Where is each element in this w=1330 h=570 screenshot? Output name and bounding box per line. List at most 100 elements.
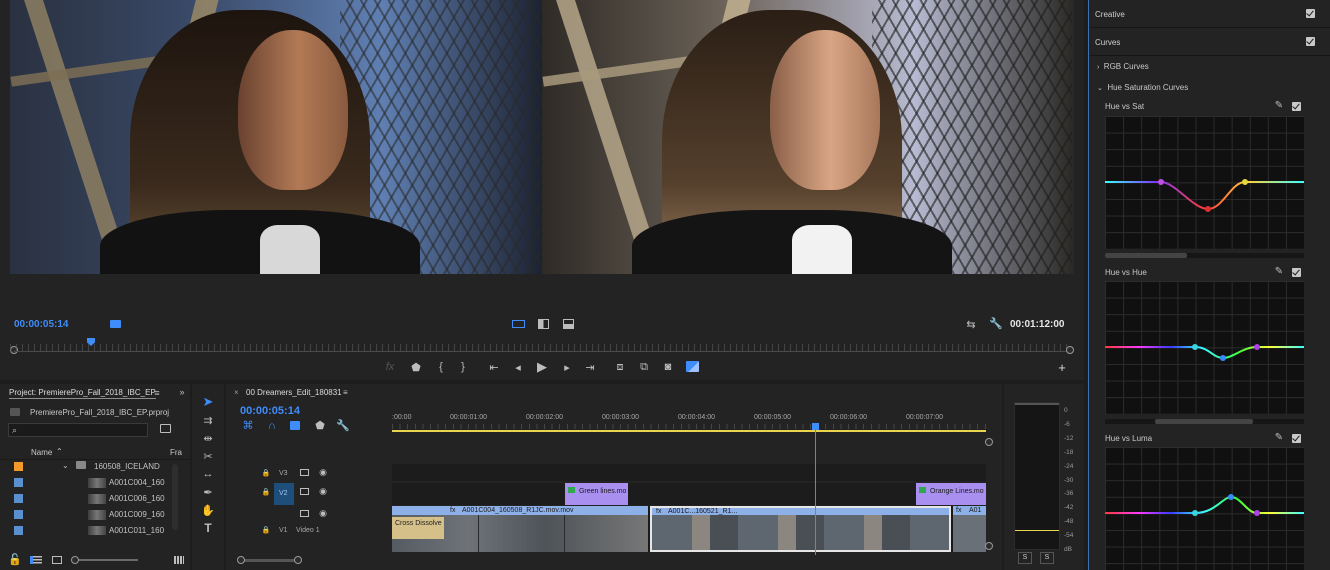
horizontal-split-icon[interactable] [563,319,574,329]
sequence-tab[interactable]: 00 Dreamers_Edit_180831 [246,388,342,397]
swap-icon[interactable]: ⇆ [964,318,978,331]
hue-vs-hue-graph[interactable] [1105,281,1304,414]
sync-lock-icon[interactable] [300,488,309,495]
curves-section[interactable]: Curves [1089,30,1330,56]
curves-checkbox[interactable] [1306,37,1315,46]
solo-button-left[interactable]: S [1018,552,1032,564]
label-color-swatch[interactable] [14,510,23,519]
ripple-edit-tool-icon[interactable]: ⇹ [198,430,218,446]
razor-tool-icon[interactable]: ✂ [198,448,218,464]
selection-tool-icon[interactable]: ➤ [198,394,218,410]
eyedropper-icon[interactable]: ✎ [1273,432,1285,443]
sequence-timecode[interactable]: 00:00:05:14 [240,405,300,417]
lock-icon[interactable]: 🔒 [262,468,271,477]
play-icon[interactable]: ▶ [535,359,549,374]
timeline-ruler[interactable] [392,424,986,429]
clip-green-lines[interactable]: Green lines.mo [565,483,628,505]
eye-icon[interactable]: ◉ [318,467,328,477]
clip-orange-lines[interactable]: Orange Lines.mo [916,483,986,505]
label-color-swatch[interactable] [14,526,23,535]
eyedropper-icon[interactable]: ✎ [1273,100,1285,111]
label-color-swatch[interactable] [14,478,23,487]
zoom-handle-right[interactable] [1066,346,1074,354]
list-view-icon[interactable] [30,556,42,564]
compare-icon[interactable] [686,361,699,372]
lock-icon[interactable]: 🔒 [262,525,271,534]
label-color-swatch[interactable] [14,462,23,471]
track-v2[interactable] [392,483,986,505]
hue-vs-sat-scrollbar[interactable] [1105,253,1304,258]
compare-view-icon[interactable] [512,320,525,328]
sync-lock-icon[interactable] [300,510,309,517]
timeline-settings-icon[interactable]: 🔧 [336,420,350,432]
add-button-icon[interactable]: + [1056,360,1068,375]
hue-vs-sat-checkbox[interactable] [1292,102,1301,111]
icon-view-icon[interactable] [52,556,62,564]
hue-saturation-toggle[interactable]: ⌄ Hue Saturation Curves [1097,83,1188,92]
list-item[interactable]: A001C009_160 [0,507,190,523]
split-view-icon[interactable] [538,319,549,329]
menu-icon[interactable]: ≡ [152,388,162,398]
hue-vs-luma-checkbox[interactable] [1292,434,1301,443]
creative-checkbox[interactable] [1306,9,1315,18]
zoom-slider[interactable] [74,559,138,561]
rgb-curves-toggle[interactable]: › RGB Curves [1097,62,1149,71]
fx-icon[interactable]: fx [384,361,396,373]
scroll-handle[interactable] [985,438,993,446]
lock-icon[interactable]: 🔒 [262,487,271,496]
settings-icon[interactable] [110,320,121,328]
transition-cross-dissolve[interactable]: Cross Dissolve [392,517,444,539]
list-item[interactable]: A001C006_160 [0,491,190,507]
close-icon[interactable]: × [234,388,239,397]
automate-icon[interactable] [174,556,184,564]
sort-ascending-icon[interactable]: ⌃ [56,447,63,456]
horizontal-scrollbar[interactable] [240,559,300,562]
track-v3[interactable] [392,464,986,481]
disclosure-icon[interactable]: ⌄ [62,461,69,470]
linked-selection-icon[interactable] [290,421,300,430]
type-tool-icon[interactable]: T [198,520,218,536]
out-point-icon[interactable]: } [458,361,468,373]
scroll-left-handle[interactable] [237,556,245,564]
list-item[interactable]: ⌄ 160508_ICELAND [0,459,190,475]
project-tab[interactable]: Project: PremierePro_Fall_2018_IBC_EP [9,388,156,399]
scroll-right-handle[interactable] [294,556,302,564]
hue-vs-luma-graph[interactable] [1105,447,1304,570]
pen-tool-icon[interactable]: ✒ [198,484,218,500]
list-item[interactable]: A001C011_160 [0,523,190,535]
eye-icon[interactable]: ◉ [318,508,328,518]
current-timecode[interactable]: 00:00:05:14 [14,319,68,330]
lock-icon[interactable]: 🔓 [8,554,22,566]
add-marker-icon[interactable]: ⬟ [314,420,326,432]
list-scrollbar[interactable] [172,464,178,530]
list-item[interactable]: A001C004_160 [0,475,190,491]
search-input[interactable]: ⌕ [8,423,148,437]
step-back-icon[interactable]: ◂ [512,361,524,374]
hue-vs-hue-scrollbar[interactable] [1105,419,1304,424]
hue-vs-sat-graph[interactable] [1105,116,1304,249]
work-area-bar[interactable] [392,430,986,432]
snap-icon[interactable]: ∩ [266,420,278,432]
marker-icon[interactable]: ⬟ [410,361,422,374]
name-column-header[interactable]: Name [31,448,52,457]
new-bin-icon[interactable] [160,424,171,433]
playhead-head[interactable] [812,423,819,430]
nest-icon[interactable]: ⌘ [242,420,254,432]
frame-rate-column-header[interactable]: Fra [170,448,182,457]
step-forward-icon[interactable]: ▸ [561,361,573,374]
vertical-zoom-handle[interactable] [985,542,993,550]
lift-icon[interactable]: ⧈ [613,361,627,373]
timeline-playhead[interactable] [815,423,816,555]
label-color-swatch[interactable] [14,494,23,503]
track-select-tool-icon[interactable]: ⇉ [198,412,218,428]
clip-last[interactable]: fx A01 [953,506,986,552]
zoom-slider-handle[interactable] [71,556,79,564]
expand-panels-icon[interactable]: » [176,387,188,397]
wrench-icon[interactable]: 🔧 [989,317,1003,330]
slip-tool-icon[interactable]: ↔ [198,466,218,482]
eyedropper-icon[interactable]: ✎ [1273,266,1285,277]
go-to-out-icon[interactable]: ⇥ [583,361,597,374]
solo-button-right[interactable]: S [1040,552,1054,564]
go-to-in-icon[interactable]: ⇤ [487,361,501,374]
hand-tool-icon[interactable]: ✋ [198,502,218,518]
